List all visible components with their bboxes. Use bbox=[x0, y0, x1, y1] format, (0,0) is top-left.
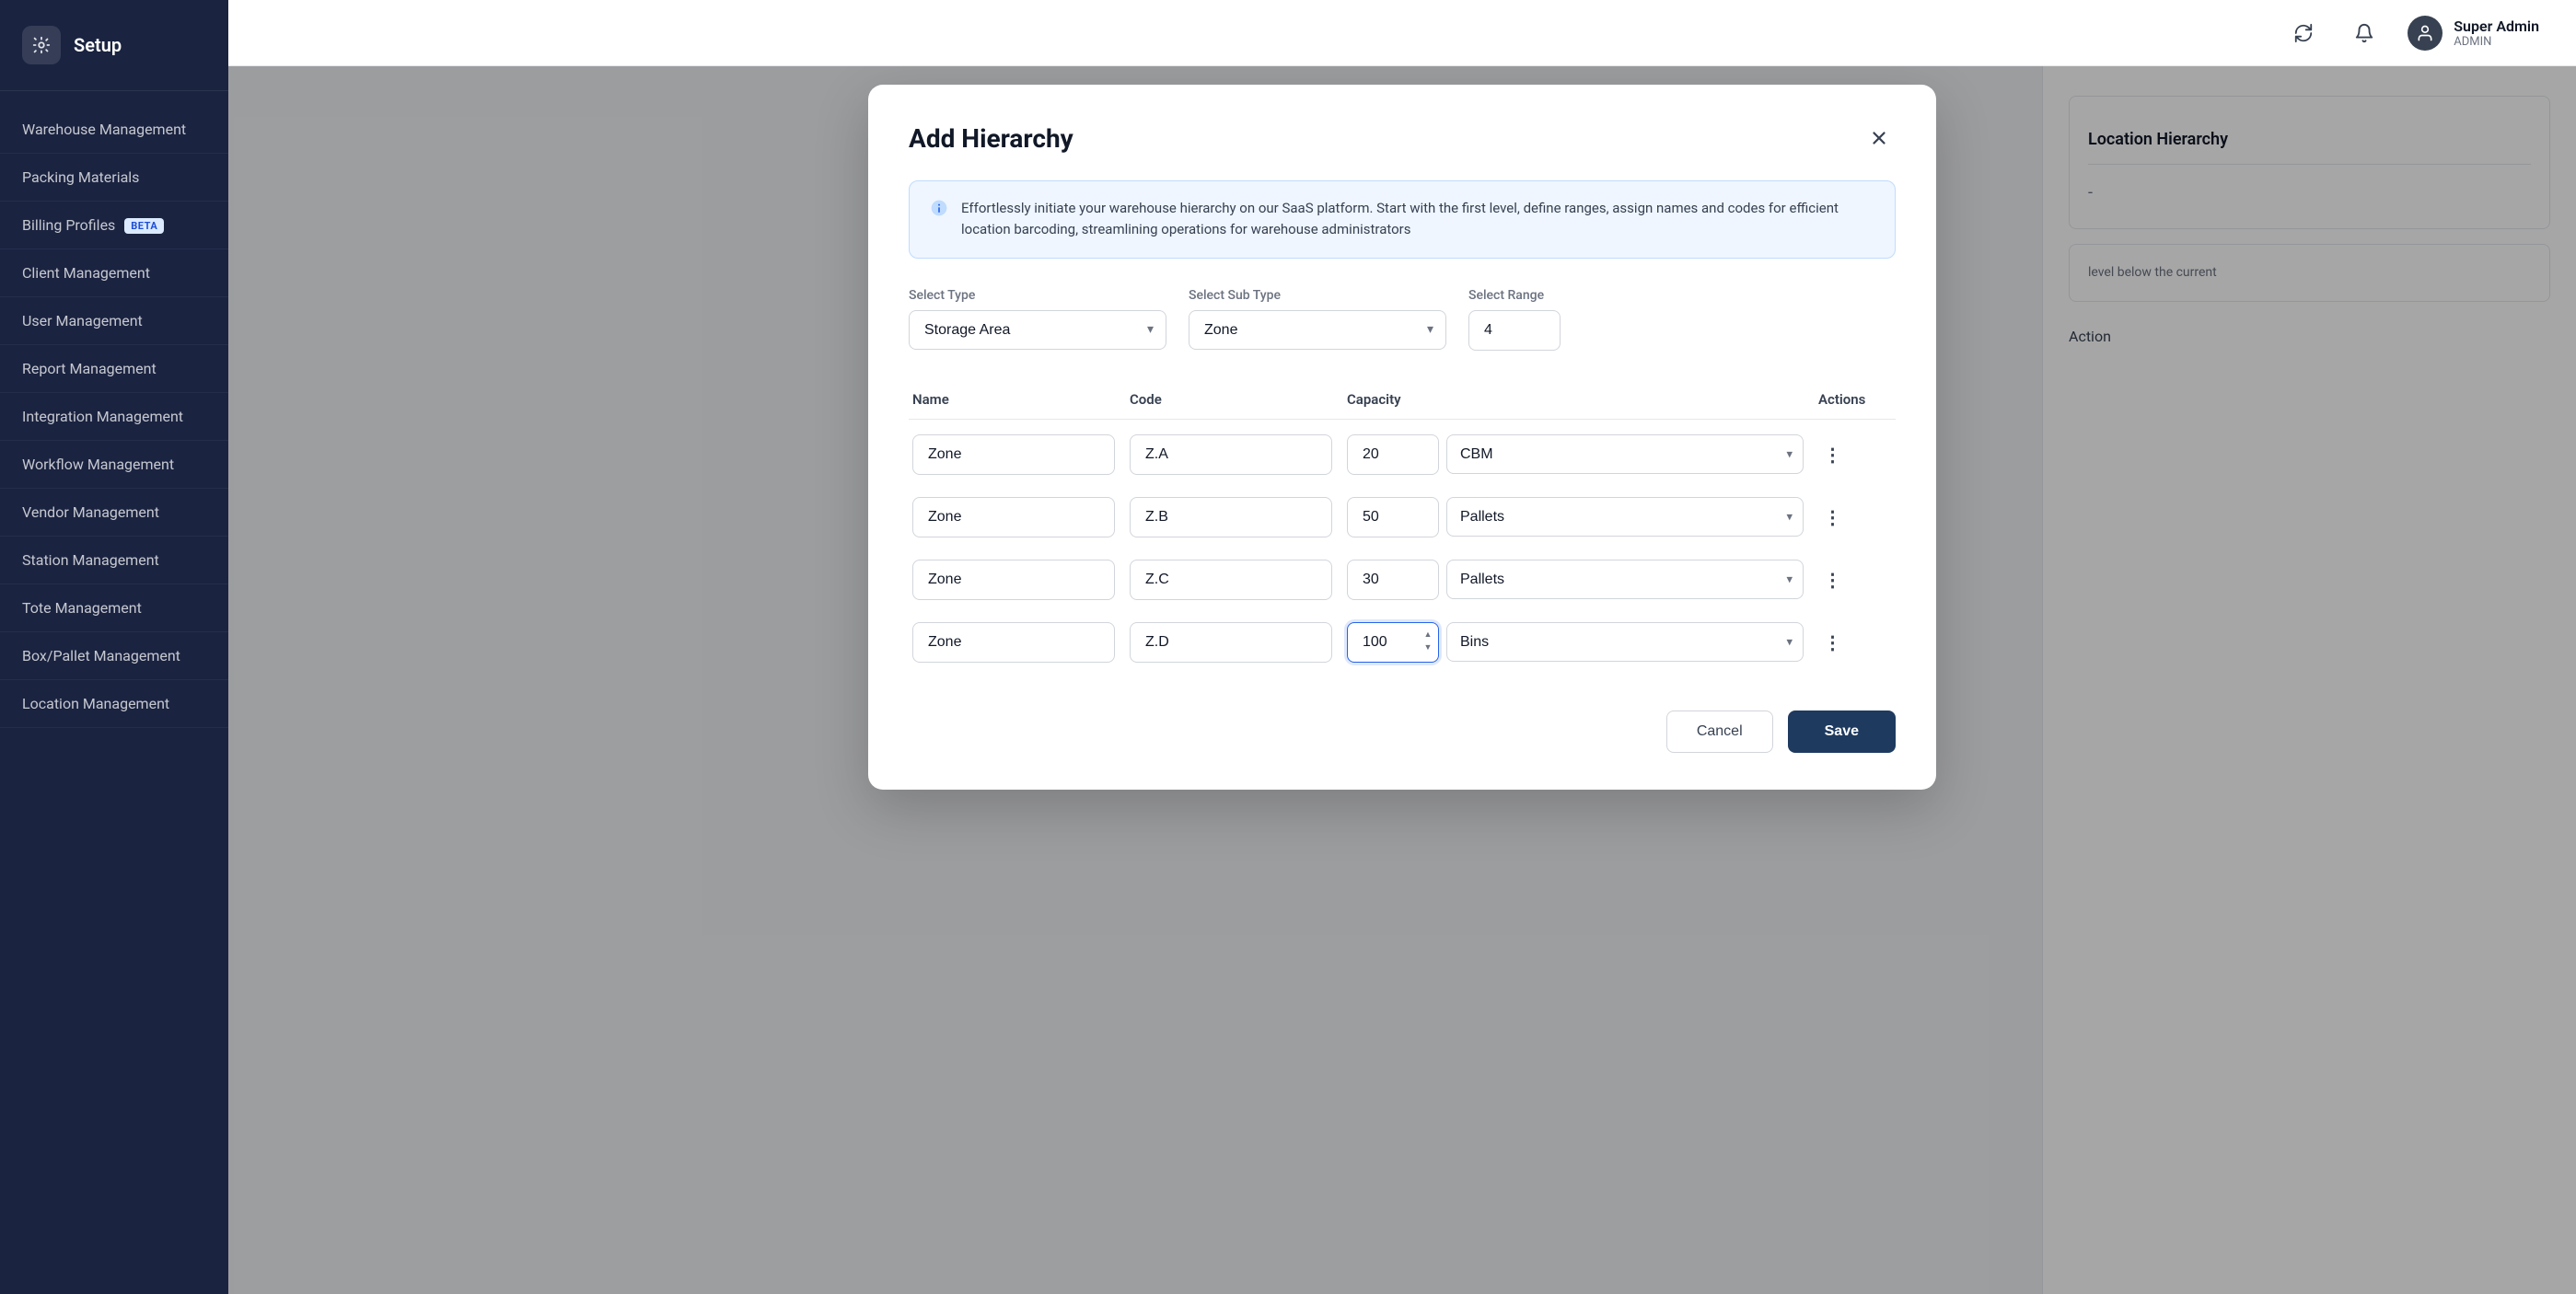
row3-code-input[interactable] bbox=[1130, 560, 1332, 600]
add-hierarchy-modal: Add Hierarchy bbox=[868, 85, 1936, 790]
row3-name-input[interactable] bbox=[912, 560, 1115, 600]
select-type-label: Select Type bbox=[909, 288, 1166, 303]
row2-unit-wrapper: CBM Pallets Bins KG Units ▾ bbox=[1446, 497, 1804, 537]
form-row: Select Type Storage Area Zone Aisle Bay … bbox=[909, 288, 1896, 351]
table-header: Name Code Capacity Actions bbox=[909, 380, 1896, 420]
row4-decrement-button[interactable]: ▼ bbox=[1421, 642, 1435, 655]
sidebar-item-user-management[interactable]: User Management bbox=[0, 297, 228, 345]
row2-name-input[interactable] bbox=[912, 497, 1115, 537]
row1-more-button[interactable]: ⋮ bbox=[1818, 440, 1848, 469]
row3-unit-select[interactable]: CBM Pallets Bins KG Units bbox=[1446, 560, 1804, 599]
row2-capacity-input[interactable] bbox=[1347, 497, 1439, 537]
col-name: Name bbox=[912, 391, 1115, 408]
row4-increment-button[interactable]: ▲ bbox=[1421, 630, 1435, 642]
select-sub-type-group: Select Sub Type Zone Aisle Bay Level Bin… bbox=[1189, 288, 1446, 351]
select-sub-type-label: Select Sub Type bbox=[1189, 288, 1446, 303]
select-range-input[interactable] bbox=[1468, 310, 1561, 351]
row1-unit-select[interactable]: CBM Pallets Bins KG Units bbox=[1446, 434, 1804, 474]
modal-header: Add Hierarchy bbox=[909, 121, 1896, 155]
sidebar-item-vendor-management[interactable]: Vendor Management bbox=[0, 489, 228, 537]
modal-footer: Cancel Save bbox=[909, 703, 1896, 753]
select-range-label: Select Range bbox=[1468, 288, 1561, 303]
select-sub-type-dropdown[interactable]: Zone Aisle Bay Level Bin bbox=[1189, 310, 1446, 350]
hierarchy-table: Name Code Capacity Actions bbox=[909, 380, 1896, 674]
row4-code-input[interactable] bbox=[1130, 622, 1332, 663]
row4-stepper-buttons: ▲ ▼ bbox=[1421, 630, 1435, 655]
col-actions: Actions bbox=[1818, 391, 1892, 408]
main-content: Super Admin ADMIN Location Hierarchy - l… bbox=[228, 0, 2576, 1294]
sidebar-item-tote-management[interactable]: Tote Management bbox=[0, 584, 228, 632]
role-label: ADMIN bbox=[2454, 35, 2539, 49]
row4-more-button[interactable]: ⋮ bbox=[1818, 628, 1848, 657]
row4-unit-select[interactable]: CBM Pallets Bins KG Units bbox=[1446, 622, 1804, 662]
sidebar-item-warehouse-management[interactable]: Warehouse Management bbox=[0, 106, 228, 154]
sidebar-item-billing-profiles-label: Billing Profiles bbox=[22, 216, 115, 234]
notification-button[interactable] bbox=[2347, 16, 2382, 51]
topbar-user-menu[interactable]: Super Admin ADMIN bbox=[2408, 16, 2539, 51]
close-button[interactable] bbox=[1862, 121, 1896, 155]
row2-code-input[interactable] bbox=[1130, 497, 1332, 537]
info-text: Effortlessly initiate your warehouse hie… bbox=[961, 198, 1874, 241]
row2-more-button[interactable]: ⋮ bbox=[1818, 503, 1848, 532]
sidebar-item-station-management[interactable]: Station Management bbox=[0, 537, 228, 584]
sidebar-item-workflow-management[interactable]: Workflow Management bbox=[0, 441, 228, 489]
info-icon bbox=[930, 199, 948, 222]
row4-stepper-wrapper: ▲ ▼ bbox=[1347, 622, 1439, 663]
sidebar-item-report-management[interactable]: Report Management bbox=[0, 345, 228, 393]
row1-code-input[interactable] bbox=[1130, 434, 1332, 475]
select-type-wrapper: Storage Area Zone Aisle Bay Level Bin ▾ bbox=[909, 310, 1166, 350]
username-label: Super Admin bbox=[2454, 17, 2539, 35]
cancel-button[interactable]: Cancel bbox=[1666, 711, 1773, 753]
col-capacity: Capacity bbox=[1347, 391, 1804, 408]
user-info: Super Admin ADMIN bbox=[2454, 17, 2539, 49]
select-type-group: Select Type Storage Area Zone Aisle Bay … bbox=[909, 288, 1166, 351]
row4-name-input[interactable] bbox=[912, 622, 1115, 663]
sidebar-item-integration-management[interactable]: Integration Management bbox=[0, 393, 228, 441]
row3-unit-wrapper: CBM Pallets Bins KG Units ▾ bbox=[1446, 560, 1804, 599]
sidebar-nav: Warehouse Management Packing Materials B… bbox=[0, 91, 228, 1294]
row3-capacity-input[interactable] bbox=[1347, 560, 1439, 600]
sidebar-item-billing-profiles[interactable]: Billing Profiles BETA bbox=[0, 202, 228, 249]
table-row: CBM Pallets Bins KG Units ▾ ⋮ bbox=[909, 423, 1896, 486]
sidebar-header: Setup bbox=[0, 0, 228, 91]
topbar: Super Admin ADMIN bbox=[228, 0, 2576, 66]
sidebar-logo bbox=[22, 26, 61, 64]
refresh-button[interactable] bbox=[2286, 16, 2321, 51]
content-area: Location Hierarchy - level below the cur… bbox=[228, 66, 2576, 1294]
sidebar-title: Setup bbox=[74, 34, 122, 56]
table-row: CBM Pallets Bins KG Units ▾ ⋮ bbox=[909, 549, 1896, 611]
row1-name-input[interactable] bbox=[912, 434, 1115, 475]
row4-capacity-cell: ▲ ▼ CBM Pallets Bins KG Unit bbox=[1347, 622, 1804, 663]
row1-unit-wrapper: CBM Pallets Bins KG Units ▾ bbox=[1446, 434, 1804, 474]
select-type-dropdown[interactable]: Storage Area Zone Aisle Bay Level Bin bbox=[909, 310, 1166, 350]
save-button[interactable]: Save bbox=[1788, 711, 1896, 753]
table-row: CBM Pallets Bins KG Units ▾ ⋮ bbox=[909, 486, 1896, 549]
row3-capacity-cell: CBM Pallets Bins KG Units ▾ bbox=[1347, 560, 1804, 600]
sidebar-item-location-management[interactable]: Location Management bbox=[0, 680, 228, 728]
sidebar-item-client-management[interactable]: Client Management bbox=[0, 249, 228, 297]
row3-more-button[interactable]: ⋮ bbox=[1818, 565, 1848, 595]
table-row: ▲ ▼ CBM Pallets Bins KG Unit bbox=[909, 611, 1896, 674]
select-range-group: Select Range bbox=[1468, 288, 1561, 351]
select-sub-type-wrapper: Zone Aisle Bay Level Bin ▾ bbox=[1189, 310, 1446, 350]
row2-unit-select[interactable]: CBM Pallets Bins KG Units bbox=[1446, 497, 1804, 537]
modal-title: Add Hierarchy bbox=[909, 123, 1073, 154]
sidebar-item-packing-materials[interactable]: Packing Materials bbox=[0, 154, 228, 202]
info-box: Effortlessly initiate your warehouse hie… bbox=[909, 180, 1896, 259]
row4-unit-wrapper: CBM Pallets Bins KG Units ▾ bbox=[1446, 622, 1804, 662]
avatar bbox=[2408, 16, 2443, 51]
row1-capacity-cell: CBM Pallets Bins KG Units ▾ bbox=[1347, 434, 1804, 475]
modal-overlay: Add Hierarchy bbox=[228, 66, 2576, 1294]
sidebar-item-box-pallet-management[interactable]: Box/Pallet Management bbox=[0, 632, 228, 680]
row1-capacity-input[interactable] bbox=[1347, 434, 1439, 475]
col-code: Code bbox=[1130, 391, 1332, 408]
row2-capacity-cell: CBM Pallets Bins KG Units ▾ bbox=[1347, 497, 1804, 537]
billing-profiles-beta-badge: BETA bbox=[124, 218, 164, 234]
sidebar: Setup Warehouse Management Packing Mater… bbox=[0, 0, 228, 1294]
